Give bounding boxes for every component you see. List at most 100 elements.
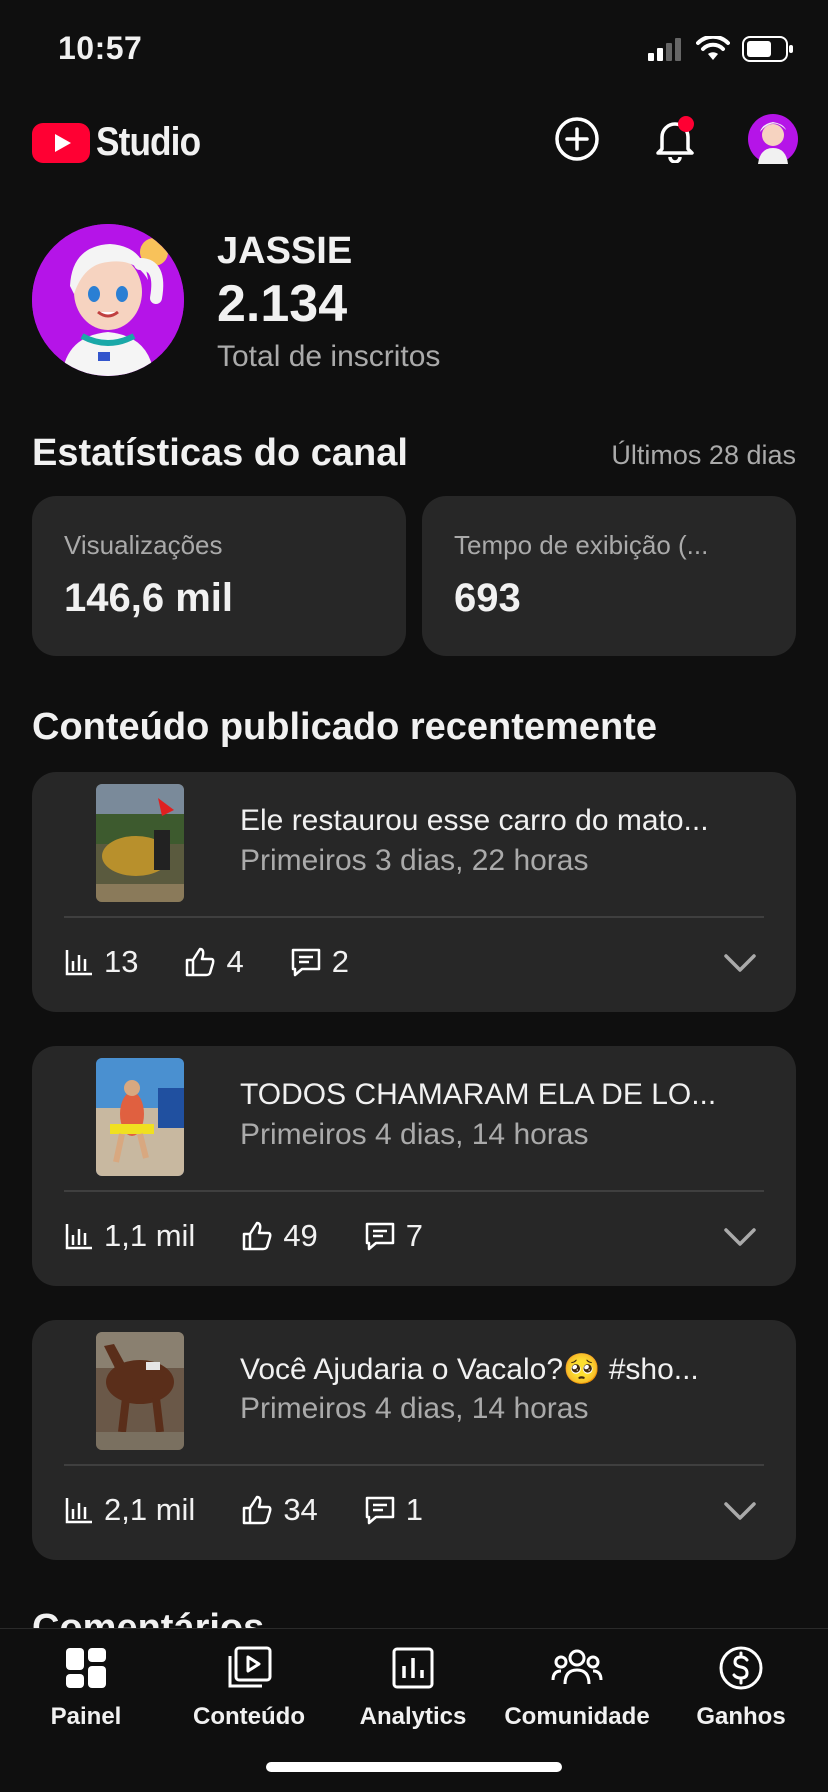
header-actions bbox=[552, 114, 798, 164]
stat-label: Tempo de exibição (... bbox=[454, 530, 709, 560]
video-meta: Primeiros 3 dias, 22 horas bbox=[240, 844, 589, 877]
comments-section-title: Comentários bbox=[32, 1607, 265, 1628]
subscriber-count-label: Total de inscritos bbox=[217, 340, 441, 373]
nav-label: Analytics bbox=[359, 1703, 467, 1730]
bar-chart-icon bbox=[65, 1498, 92, 1524]
battery-icon bbox=[742, 36, 793, 62]
video-stats: 1,1 mil 49 7 bbox=[64, 1216, 469, 1256]
nav-item-ganhos[interactable]: Ganhos bbox=[661, 1643, 821, 1731]
video-card[interactable]: TODOS CHAMARAM ELA DE LO... Primeiros 4 … bbox=[32, 1046, 796, 1286]
comments-count: 2 bbox=[331, 944, 349, 979]
earn-icon bbox=[719, 1646, 763, 1690]
video-title: TODOS CHAMARAM ELA DE LO... bbox=[240, 1078, 717, 1111]
likes-count: 49 bbox=[283, 1218, 318, 1253]
create-button[interactable] bbox=[552, 114, 602, 164]
views-count: 13 bbox=[104, 944, 139, 979]
app-header: Studio bbox=[0, 100, 828, 182]
watch-time-stat-card[interactable]: Tempo de exibição (... 693 bbox=[422, 496, 796, 656]
channel-avatar[interactable] bbox=[32, 224, 184, 376]
add-circle-icon bbox=[555, 117, 599, 161]
community-icon bbox=[551, 1649, 603, 1685]
nav-item-painel[interactable]: Painel bbox=[6, 1643, 166, 1731]
stat-label: Visualizações bbox=[64, 530, 223, 560]
nav-item-analytics[interactable]: Analytics bbox=[333, 1643, 493, 1731]
thumbs-up-icon bbox=[243, 1495, 272, 1525]
chevron-down-icon[interactable] bbox=[722, 1496, 758, 1526]
wifi-icon bbox=[696, 36, 730, 60]
video-card[interactable]: Ele restaurou esse carro do mato... Prim… bbox=[32, 772, 796, 1012]
channel-summary: JASSIE 2.134 Total de inscritos bbox=[32, 222, 792, 382]
likes-stat: 34 bbox=[241, 1492, 318, 1528]
channel-stats-title: Estatísticas do canal bbox=[32, 432, 408, 474]
bar-chart-icon bbox=[65, 950, 92, 976]
youtube-play-icon bbox=[32, 122, 90, 163]
comments-count: 7 bbox=[405, 1218, 424, 1253]
video-stats: 13 4 2 bbox=[64, 942, 395, 982]
stat-value: 693 bbox=[454, 576, 521, 620]
analytics-icon bbox=[392, 1647, 434, 1689]
channel-name: JASSIE bbox=[217, 230, 353, 272]
nav-item-comunidade[interactable]: Comunidade bbox=[497, 1643, 657, 1731]
views-count: 1,1 mil bbox=[104, 1218, 196, 1253]
cellular-signal-icon bbox=[648, 38, 681, 61]
youtube-studio-logo[interactable]: Studio bbox=[32, 120, 214, 165]
chevron-down-icon[interactable] bbox=[722, 1222, 758, 1252]
likes-stat: 4 bbox=[184, 944, 244, 980]
account-avatar[interactable] bbox=[748, 114, 798, 164]
chevron-down-icon[interactable] bbox=[722, 948, 758, 978]
recent-content-title: Conteúdo publicado recentemente bbox=[32, 706, 657, 748]
video-title: Ele restaurou esse carro do mato... bbox=[240, 804, 709, 837]
nav-item-conteudo[interactable]: Conteúdo bbox=[169, 1643, 329, 1731]
nav-label: Comunidade bbox=[504, 1703, 650, 1730]
views-stat: 1,1 mil bbox=[64, 1218, 195, 1254]
content-icon bbox=[228, 1646, 272, 1688]
views-stat: 2,1 mil bbox=[64, 1492, 195, 1528]
views-stat: 13 bbox=[64, 944, 138, 980]
profile-avatar-icon bbox=[748, 114, 798, 164]
bar-chart-icon bbox=[65, 1224, 92, 1250]
thumbnail-image bbox=[96, 784, 184, 902]
video-stats: 2,1 mil 34 1 bbox=[64, 1490, 469, 1530]
video-meta: Primeiros 4 dias, 14 horas bbox=[240, 1118, 589, 1151]
comment-icon bbox=[365, 1222, 395, 1251]
status-time: 10:57 bbox=[58, 30, 143, 66]
views-count: 2,1 mil bbox=[104, 1492, 196, 1527]
divider bbox=[64, 1190, 764, 1192]
thumbnail-image bbox=[96, 1332, 184, 1450]
comments-stat: 2 bbox=[290, 944, 349, 980]
status-icons bbox=[648, 36, 794, 62]
nav-label: Conteúdo bbox=[193, 1703, 305, 1730]
thumbnail-image bbox=[96, 1058, 184, 1176]
logo-text: Studio bbox=[96, 120, 201, 164]
notifications-button[interactable] bbox=[650, 114, 700, 164]
dashboard-icon bbox=[66, 1648, 106, 1688]
comments-stat: 7 bbox=[364, 1218, 423, 1254]
stat-value: 146,6 mil bbox=[64, 576, 234, 620]
cartoon-avatar-image bbox=[32, 224, 184, 376]
stats-period: Últimos 28 dias bbox=[611, 440, 796, 470]
bell-icon bbox=[656, 116, 694, 163]
subscriber-count: 2.134 bbox=[217, 275, 348, 333]
nav-label: Painel bbox=[50, 1703, 122, 1730]
likes-count: 34 bbox=[283, 1492, 318, 1527]
video-title: Você Ajudaria o Vacalo?🥺 #sho... bbox=[240, 1353, 699, 1386]
comment-icon bbox=[365, 1496, 395, 1525]
video-thumbnail[interactable] bbox=[96, 784, 184, 902]
divider bbox=[64, 1464, 764, 1466]
thumbs-up-icon bbox=[186, 947, 215, 977]
video-thumbnail[interactable] bbox=[96, 1058, 184, 1176]
likes-count: 4 bbox=[226, 944, 244, 979]
thumbs-up-icon bbox=[243, 1221, 272, 1251]
likes-stat: 49 bbox=[241, 1218, 318, 1254]
divider bbox=[64, 916, 764, 918]
views-stat-card[interactable]: Visualizações 146,6 mil bbox=[32, 496, 406, 656]
comments-stat: 1 bbox=[364, 1492, 423, 1528]
home-indicator bbox=[266, 1762, 562, 1772]
video-card[interactable]: Você Ajudaria o Vacalo?🥺 #sho... Primeir… bbox=[32, 1320, 796, 1560]
comment-icon bbox=[291, 948, 320, 977]
video-meta: Primeiros 4 dias, 14 horas bbox=[240, 1392, 589, 1425]
status-bar: 10:57 bbox=[0, 0, 828, 100]
nav-label: Ganhos bbox=[696, 1703, 786, 1730]
comments-count: 1 bbox=[405, 1492, 424, 1527]
video-thumbnail[interactable] bbox=[96, 1332, 184, 1450]
